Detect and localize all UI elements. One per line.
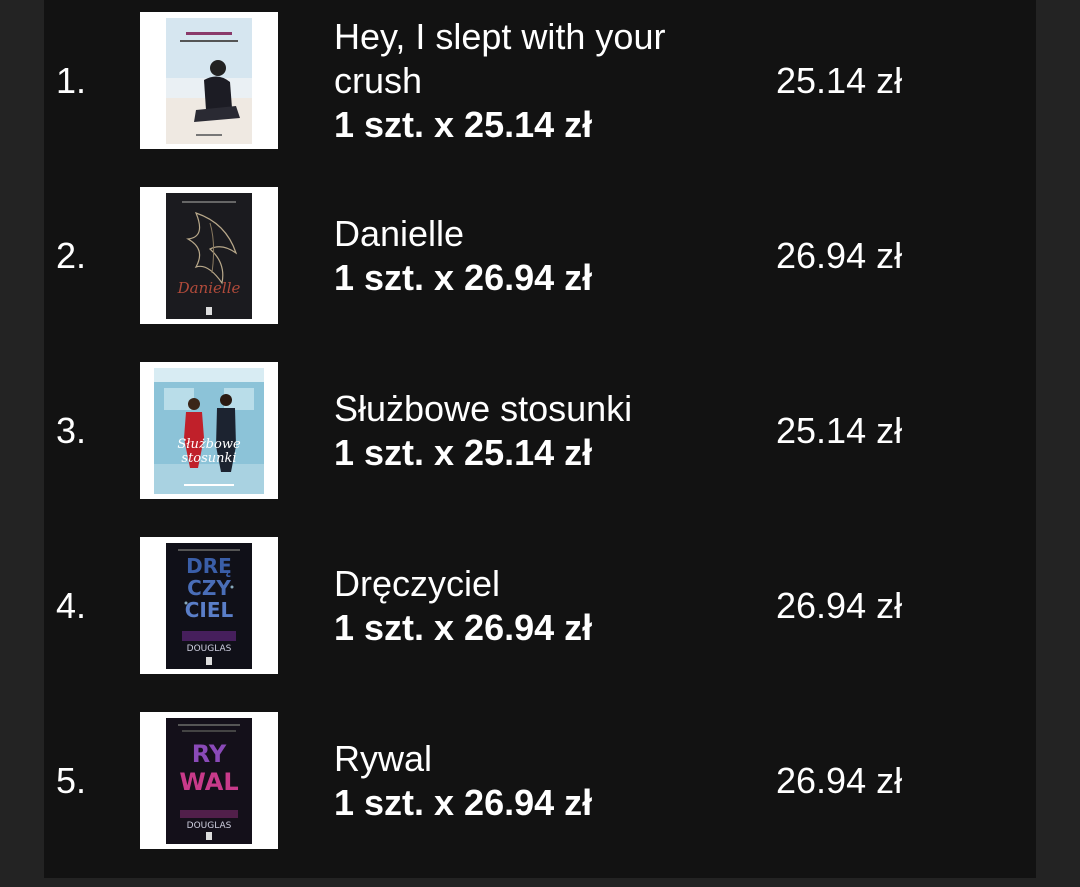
item-index: 3. — [56, 409, 87, 451]
item-info: Rywal 1 szt. x 26.94 zł — [334, 712, 754, 849]
book-cover-beach-icon — [166, 17, 252, 144]
book-cover-image[interactable]: Służbowe stosunki — [140, 362, 278, 499]
item-quantity-price: 1 szt. x 25.14 zł — [334, 103, 593, 145]
book-cover-dark-pink-icon: RY WAL DOUGLAS — [166, 717, 252, 844]
item-index: 5. — [56, 759, 87, 801]
svg-text:DRĘ: DRĘ — [186, 554, 232, 578]
svg-text:Służbowe: Służbowe — [177, 437, 241, 452]
book-cover-image[interactable]: DRĘ CZY CIEL DOUGLAS — [140, 537, 278, 674]
order-item-row: 3. Służbowe stosunki Służbowe stosunki 1… — [44, 362, 1036, 537]
item-total-price: 25.14 zł — [776, 409, 903, 451]
svg-text:DOUGLAS: DOUGLAS — [187, 644, 232, 654]
svg-text:CZY: CZY — [187, 576, 231, 600]
book-cover-dark-flower-icon: Danielle — [166, 192, 252, 319]
svg-text:DOUGLAS: DOUGLAS — [187, 821, 232, 831]
item-quantity-price: 1 szt. x 26.94 zł — [334, 781, 593, 823]
item-title[interactable]: Dręczyciel — [334, 562, 754, 606]
item-index: 2. — [56, 234, 87, 276]
item-title[interactable]: Hey, I slept with your crush — [334, 15, 754, 103]
svg-text:RY: RY — [192, 740, 227, 768]
order-item-row: 4. DRĘ CZY CIEL DOUGLAS Dręczyciel 1 szt… — [44, 537, 1036, 712]
order-item-row: 5. RY WAL DOUGLAS Rywal 1 szt. x 26.94 z… — [44, 712, 1036, 887]
svg-text:WAL: WAL — [179, 768, 238, 796]
svg-text:stosunki: stosunki — [181, 451, 236, 466]
item-title[interactable]: Rywal — [334, 737, 754, 781]
item-quantity-price: 1 szt. x 26.94 zł — [334, 606, 593, 648]
svg-text:Danielle: Danielle — [177, 279, 241, 297]
order-item-row: 2. Danielle Danielle 1 szt. x 26.94 zł 2… — [44, 187, 1036, 362]
item-info: Służbowe stosunki 1 szt. x 25.14 zł — [334, 362, 754, 499]
item-total-price: 26.94 zł — [776, 584, 903, 626]
svg-text:CIEL: CIEL — [185, 598, 234, 622]
book-cover-dark-blue-icon: DRĘ CZY CIEL DOUGLAS — [166, 542, 252, 669]
item-quantity-price: 1 szt. x 25.14 zł — [334, 431, 593, 473]
book-cover-image[interactable]: Danielle — [140, 187, 278, 324]
item-total-price: 26.94 zł — [776, 759, 903, 801]
item-info: Danielle 1 szt. x 26.94 zł — [334, 187, 754, 324]
item-info: Hey, I slept with your crush 1 szt. x 25… — [334, 12, 754, 149]
item-quantity-price: 1 szt. x 26.94 zł — [334, 256, 593, 298]
book-cover-office-couple-icon: Służbowe stosunki — [154, 367, 264, 494]
book-cover-image[interactable]: RY WAL DOUGLAS — [140, 712, 278, 849]
item-total-price: 26.94 zł — [776, 234, 903, 276]
item-index: 4. — [56, 584, 87, 626]
item-info: Dręczyciel 1 szt. x 26.94 zł — [334, 537, 754, 674]
order-item-row: 1. Hey, I slept with your crush 1 szt. x… — [44, 12, 1036, 187]
order-items-panel: 1. Hey, I slept with your crush 1 szt. x… — [44, 0, 1036, 878]
item-title[interactable]: Służbowe stosunki — [334, 387, 754, 431]
item-total-price: 25.14 zł — [776, 59, 903, 101]
book-cover-image[interactable] — [140, 12, 278, 149]
item-index: 1. — [56, 59, 87, 101]
item-title[interactable]: Danielle — [334, 212, 754, 256]
